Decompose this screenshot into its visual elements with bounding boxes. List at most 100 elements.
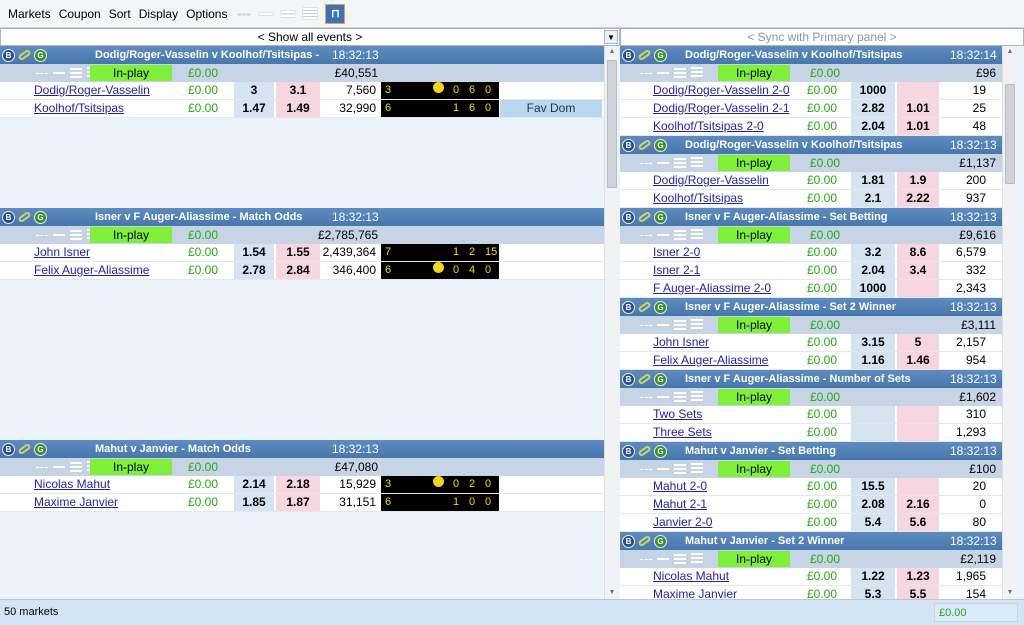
market-header[interactable]: B G Dodig/Roger-Vasselin v Koolhof/Tsitsip… — [0, 46, 604, 64]
lay-price[interactable]: 2.22 — [897, 190, 939, 207]
bet-info-icon[interactable]: B — [622, 138, 635, 152]
bet-info-icon[interactable]: B — [622, 372, 635, 386]
back-price[interactable]: 1.85 — [234, 494, 274, 511]
market-header[interactable]: B G Mahut v Janvier - Set Betting 18:32:13 — [620, 442, 1002, 460]
bet-info-icon[interactable]: B — [622, 210, 635, 224]
view-lines-icon[interactable] — [640, 319, 708, 331]
show-all-events-bar[interactable]: < Show all events > ▼ — [0, 28, 620, 46]
runner-name[interactable]: Felix Auger-Aliassime — [653, 352, 768, 369]
back-price[interactable]: 1.81 — [851, 172, 895, 189]
back-price[interactable]: 1000 — [851, 82, 895, 99]
lay-price[interactable] — [897, 280, 939, 297]
back-price[interactable]: 2.08 — [851, 496, 895, 513]
lay-price[interactable]: 8.6 — [897, 244, 939, 261]
menu-markets[interactable]: Markets — [8, 5, 51, 23]
market-header[interactable]: B G Dodig/Roger-Vasselin v Koolhof/Tsitsip… — [620, 46, 1002, 64]
view-lines-icon[interactable] — [640, 463, 708, 475]
green-info-icon[interactable]: G — [34, 442, 47, 456]
bet-info-icon[interactable]: B — [622, 300, 635, 314]
view-lines-icon[interactable] — [640, 391, 708, 403]
back-price[interactable] — [851, 424, 895, 441]
scroll-up-icon[interactable]: ▲ — [1003, 46, 1017, 58]
back-price[interactable]: 1.16 — [851, 352, 895, 369]
green-info-icon[interactable]: G — [654, 444, 667, 458]
market-header[interactable]: B G Isner v F Auger-Aliassime - Match Odds… — [0, 208, 604, 226]
bet-info-icon[interactable]: B — [622, 48, 635, 62]
runner-name[interactable]: Nicolas Mahut — [653, 568, 729, 585]
market-header[interactable]: B G Isner v F Auger-Aliassime - Number of … — [620, 370, 1002, 388]
market-header[interactable]: B G Isner v F Auger-Aliassime - Set Bettin… — [620, 208, 1002, 226]
lay-price[interactable]: 1.01 — [897, 118, 939, 135]
lay-price[interactable]: 1.49 — [276, 100, 320, 117]
back-price[interactable]: 1000 — [851, 280, 895, 297]
lay-price[interactable]: 3.4 — [897, 262, 939, 279]
lay-price[interactable]: 1.01 — [897, 100, 939, 117]
single-line-icon[interactable] — [257, 7, 275, 21]
menu-coupon[interactable]: Coupon — [59, 5, 101, 23]
market-header[interactable]: B G Mahut v Janvier - Set 2 Winner 18:32:13 — [620, 532, 1002, 550]
back-price[interactable]: 3.2 — [851, 244, 895, 261]
runner-name[interactable]: Koolhof/Tsitsipas 2-0 — [653, 118, 764, 135]
runner-name[interactable]: Dodig/Roger-Vasselin 2-1 — [653, 100, 790, 117]
back-price[interactable] — [851, 406, 895, 423]
runner-name[interactable]: Felix Auger-Aliassime — [34, 262, 149, 279]
back-price[interactable]: 1.47 — [234, 100, 274, 117]
runner-name[interactable]: John Isner — [34, 244, 90, 261]
back-price[interactable]: 2.04 — [851, 262, 895, 279]
bet-info-icon[interactable]: B — [2, 48, 15, 62]
lay-price[interactable]: 1.23 — [897, 568, 939, 585]
green-info-icon[interactable]: G — [34, 48, 47, 62]
runner-name[interactable]: Two Sets — [653, 406, 702, 423]
lay-price[interactable]: 1.46 — [897, 352, 939, 369]
menu-sort[interactable]: Sort — [109, 5, 131, 23]
runner-name[interactable]: Mahut 2-1 — [653, 496, 707, 513]
back-price[interactable]: 15.5 — [851, 478, 895, 495]
bet-info-icon[interactable]: B — [622, 534, 635, 548]
market-header[interactable]: B G Mahut v Janvier - Match Odds 18:32:13 — [0, 440, 604, 458]
view-lines-icon[interactable] — [640, 67, 708, 79]
scroll-thumb[interactable] — [1005, 84, 1015, 184]
lay-price[interactable]: 2.84 — [276, 262, 320, 279]
green-info-icon[interactable]: G — [654, 534, 667, 548]
lay-price[interactable] — [897, 406, 939, 423]
market-header[interactable]: B G Dodig/Roger-Vasselin v Koolhof/Tsitsip… — [620, 136, 1002, 154]
runner-name[interactable]: Three Sets — [653, 424, 712, 441]
back-price[interactable]: 3.15 — [851, 334, 895, 351]
runner-name[interactable]: Isner 2-0 — [653, 244, 700, 261]
pin-panel-icon[interactable]: ⊓ — [325, 3, 346, 24]
view-lines-icon[interactable] — [640, 157, 708, 169]
lay-price[interactable]: 1.55 — [276, 244, 320, 261]
back-price[interactable]: 5.4 — [851, 514, 895, 531]
back-price[interactable]: 2.1 — [851, 190, 895, 207]
back-price[interactable]: 2.14 — [234, 476, 274, 493]
scroll-up-icon[interactable]: ▲ — [605, 46, 619, 58]
multi-line-icon[interactable] — [301, 7, 319, 21]
runner-name[interactable]: F Auger-Aliassime 2-0 — [653, 280, 771, 297]
lay-price[interactable]: 2.18 — [276, 476, 320, 493]
bet-info-icon[interactable]: B — [2, 210, 15, 224]
back-price[interactable]: 2.04 — [851, 118, 895, 135]
view-lines-icon[interactable] — [640, 229, 708, 241]
collapse-lines-icon[interactable] — [235, 7, 253, 21]
market-header[interactable]: B G Isner v F Auger-Aliassime - Set 2 Winn… — [620, 298, 1002, 316]
runner-name[interactable]: Mahut 2-0 — [653, 478, 707, 495]
lay-price[interactable]: 1.9 — [897, 172, 939, 189]
lay-price[interactable] — [897, 82, 939, 99]
runner-name[interactable]: Isner 2-1 — [653, 262, 700, 279]
lay-price[interactable]: 1.87 — [276, 494, 320, 511]
runner-name[interactable]: Dodig/Roger-Vasselin 2-0 — [653, 82, 790, 99]
scroll-down-icon[interactable]: ▼ — [605, 587, 619, 599]
bet-info-icon[interactable]: B — [2, 442, 15, 456]
scroll-thumb[interactable] — [607, 60, 617, 188]
runner-name[interactable]: John Isner — [653, 334, 709, 351]
lay-price[interactable]: 5.6 — [897, 514, 939, 531]
runner-name[interactable]: Dodig/Roger-Vasselin — [653, 172, 769, 189]
back-price[interactable]: 2.78 — [234, 262, 274, 279]
green-info-icon[interactable]: G — [654, 372, 667, 386]
back-price[interactable]: 1.54 — [234, 244, 274, 261]
green-info-icon[interactable]: G — [654, 300, 667, 314]
back-price[interactable]: 3 — [234, 82, 274, 99]
green-info-icon[interactable]: G — [654, 138, 667, 152]
lay-price[interactable] — [897, 478, 939, 495]
menu-options[interactable]: Options — [186, 5, 227, 23]
